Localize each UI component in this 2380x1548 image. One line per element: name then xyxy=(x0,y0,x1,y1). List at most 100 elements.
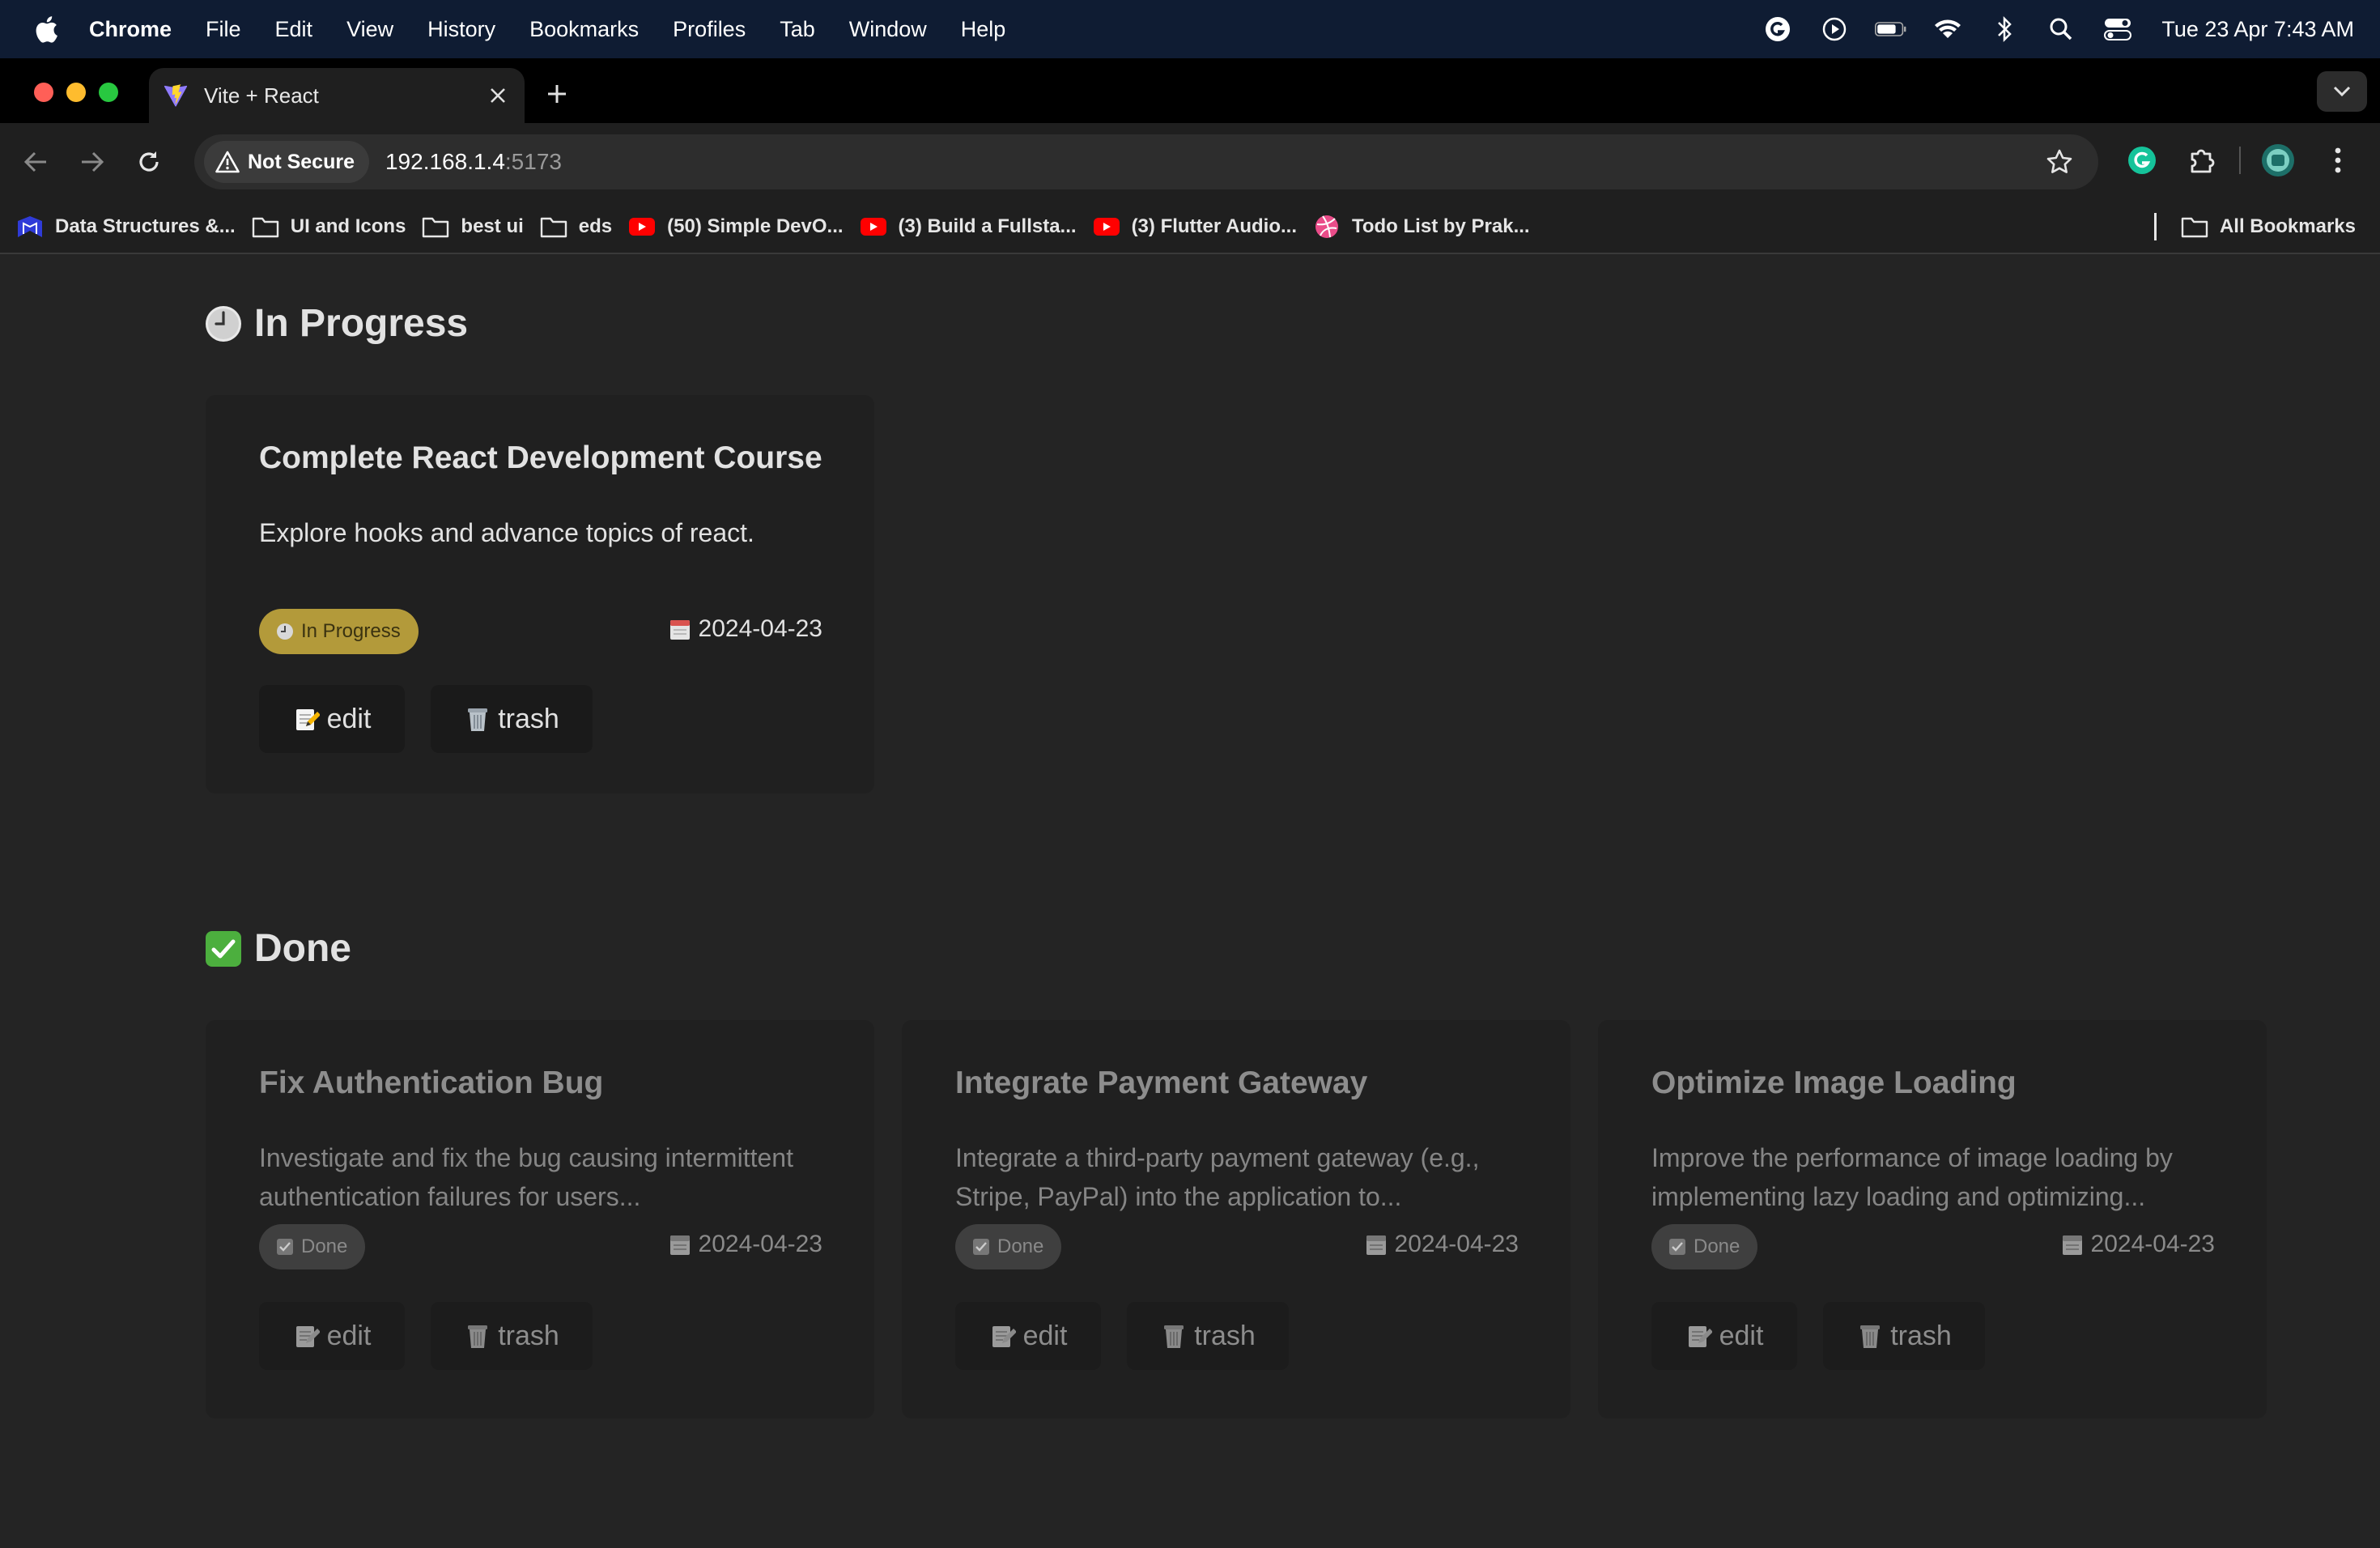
all-bookmarks-label: All Bookmarks xyxy=(2219,215,2356,237)
status-badge: Done xyxy=(259,1224,366,1269)
in-progress-section-heading: In Progress xyxy=(204,301,468,346)
bookmarks-divider xyxy=(2153,213,2157,240)
trash-button-label: trash xyxy=(1890,1320,1952,1351)
grammarly-status-icon[interactable] xyxy=(1762,13,1794,45)
grammarly-extension-icon[interactable] xyxy=(2119,138,2165,183)
folder-icon xyxy=(422,215,449,239)
memo-icon xyxy=(293,705,321,733)
bookmark-label: eds xyxy=(578,215,613,237)
trash-button[interactable]: trash xyxy=(431,1302,593,1370)
status-badge: Done xyxy=(955,1224,1062,1269)
menu-profiles[interactable]: Profiles xyxy=(673,17,746,42)
vite-logo-icon xyxy=(162,82,189,109)
bookmark-label: Todo List by Prak... xyxy=(1351,215,1530,237)
spotlight-search-icon[interactable] xyxy=(2045,13,2077,45)
window-controls xyxy=(34,83,131,102)
edit-button-label: edit xyxy=(326,703,372,734)
control-center-icon[interactable] xyxy=(2102,13,2134,45)
menu-history[interactable]: History xyxy=(427,17,495,42)
menu-bar-clock[interactable]: Tue 23 Apr 7:43 AM xyxy=(2161,17,2354,42)
bookmark-label: (50) Simple DevO... xyxy=(667,215,844,237)
extensions-puzzle-icon[interactable] xyxy=(2179,138,2225,183)
close-tab-icon[interactable] xyxy=(486,83,510,108)
menu-window[interactable]: Window xyxy=(849,17,927,42)
all-bookmarks-folder[interactable]: All Bookmarks xyxy=(2181,215,2356,239)
tab-title: Vite + React xyxy=(204,83,319,108)
security-label: Not Secure xyxy=(248,150,355,173)
url-text[interactable]: 192.168.1.4:5173 xyxy=(385,149,562,175)
edit-button-label: edit xyxy=(326,1320,372,1351)
bookmark-dribbble-todo-list[interactable]: Todo List by Prak... xyxy=(1313,215,1530,239)
calendar-icon xyxy=(668,1232,692,1257)
bookmark-folder-ui-and-icons[interactable]: UI and Icons xyxy=(252,215,406,239)
play-status-icon[interactable] xyxy=(1818,13,1851,45)
task-date-text: 2024-04-23 xyxy=(698,615,822,642)
bookmark-youtube-devops[interactable]: (50) Simple DevO... xyxy=(628,215,844,239)
edit-button-label: edit xyxy=(1022,1320,1068,1351)
bluetooth-icon[interactable] xyxy=(1988,13,2021,45)
bookmark-label: (3) Build a Fullsta... xyxy=(898,215,1077,237)
bookmark-data-structures[interactable]: Data Structures &... xyxy=(16,215,236,239)
task-date: 2024-04-23 xyxy=(668,615,822,643)
trash-button[interactable]: trash xyxy=(431,685,593,753)
new-tab-icon[interactable] xyxy=(541,78,573,110)
task-title: Complete React Development Course xyxy=(259,440,822,475)
tab-search-button[interactable] xyxy=(2317,71,2367,112)
trash-button[interactable]: trash xyxy=(1823,1302,1985,1370)
trash-button[interactable]: trash xyxy=(1127,1302,1289,1370)
menu-file[interactable]: File xyxy=(206,17,241,42)
task-title: Optimize Image Loading xyxy=(1651,1065,2017,1100)
task-title: Fix Authentication Bug xyxy=(259,1065,604,1100)
apple-icon[interactable] xyxy=(32,15,60,43)
bookmark-folder-best-ui[interactable]: best ui xyxy=(422,215,524,239)
menu-view[interactable]: View xyxy=(346,17,393,42)
task-date: 2024-04-23 xyxy=(668,1231,822,1258)
task-card: Integrate Payment Gateway Integrate a th… xyxy=(902,1020,1570,1418)
checkbox-icon xyxy=(971,1237,991,1257)
task-card: Fix Authentication Bug Investigate and f… xyxy=(206,1020,874,1418)
profile-avatar-icon[interactable] xyxy=(2255,138,2301,183)
bookmark-label: Data Structures &... xyxy=(55,215,236,237)
trash-can-icon xyxy=(1160,1322,1188,1350)
task-description: Explore hooks and advance topics of reac… xyxy=(259,518,754,547)
bookmark-youtube-flutter-audio[interactable]: (3) Flutter Audio... xyxy=(1093,215,1297,239)
task-card: Complete React Development Course Explor… xyxy=(206,395,874,793)
status-badge: Done xyxy=(1651,1224,1758,1269)
bookmarks-bar: Data Structures &... UI and Icons best u… xyxy=(0,201,2380,254)
task-date-text: 2024-04-23 xyxy=(698,1231,822,1257)
menu-help[interactable]: Help xyxy=(961,17,1006,42)
task-description: Improve the performance of image loading… xyxy=(1651,1143,2173,1211)
battery-icon[interactable] xyxy=(1875,13,1907,45)
trash-can-icon xyxy=(464,1322,491,1350)
url-port: :5173 xyxy=(504,149,562,174)
back-arrow-icon[interactable] xyxy=(13,139,58,185)
edit-button[interactable]: edit xyxy=(259,1302,405,1370)
menu-bookmarks[interactable]: Bookmarks xyxy=(529,17,639,42)
wifi-icon[interactable] xyxy=(1932,13,1964,45)
edit-button[interactable]: edit xyxy=(259,685,405,753)
forward-arrow-icon[interactable] xyxy=(70,139,115,185)
edit-button[interactable]: edit xyxy=(955,1302,1101,1370)
clock-icon xyxy=(275,622,295,641)
bookmark-folder-eds[interactable]: eds xyxy=(540,215,612,239)
more-options-icon[interactable] xyxy=(2315,138,2361,183)
bookmark-youtube-fullstack[interactable]: (3) Build a Fullsta... xyxy=(860,215,1077,239)
minimize-window-button[interactable] xyxy=(66,83,86,102)
address-bar[interactable]: Not Secure 192.168.1.4:5173 xyxy=(194,134,2098,189)
fullscreen-window-button[interactable] xyxy=(99,83,118,102)
browser-tab-active[interactable]: Vite + React xyxy=(149,68,525,123)
trash-can-icon xyxy=(1856,1322,1884,1350)
close-window-button[interactable] xyxy=(34,83,53,102)
edit-button[interactable]: edit xyxy=(1651,1302,1797,1370)
menu-tab[interactable]: Tab xyxy=(780,17,815,42)
task-card: Optimize Image Loading Improve the perfo… xyxy=(1598,1020,2267,1418)
bookmark-star-icon[interactable] xyxy=(2043,146,2076,178)
reload-icon[interactable] xyxy=(126,139,172,185)
folder-icon xyxy=(540,215,567,239)
macos-menu-bar: Chrome File Edit View History Bookmarks … xyxy=(0,0,2380,58)
menu-edit[interactable]: Edit xyxy=(275,17,313,42)
menu-app-name[interactable]: Chrome xyxy=(89,17,172,42)
section-title-text: In Progress xyxy=(254,302,469,345)
trash-button-label: trash xyxy=(498,1320,559,1351)
security-indicator[interactable]: Not Secure xyxy=(204,141,369,183)
